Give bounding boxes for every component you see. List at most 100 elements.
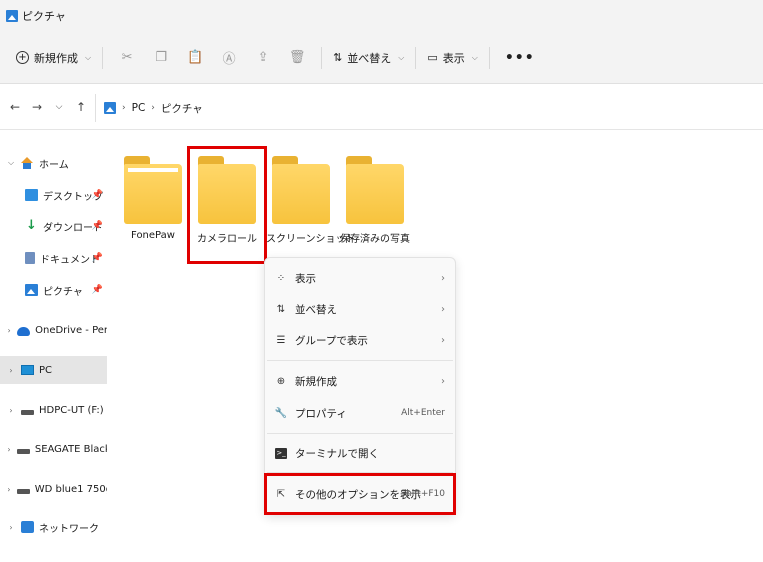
sidebar-item-wd-blue[interactable]: › WD blue1 750gb (P:) <box>0 475 107 503</box>
folder-item-screenshots[interactable]: スクリーンショット <box>266 150 356 245</box>
address-bar[interactable]: › PC › ピクチャ <box>95 94 763 122</box>
pictures-icon <box>6 10 18 22</box>
back-arrow-icon[interactable]: ← <box>6 95 24 119</box>
share-icon[interactable]: ⇪ <box>249 43 277 73</box>
chevron-down-icon: ⌵ <box>398 52 405 62</box>
drive-icon <box>21 409 34 415</box>
chevron-down-icon: ⌵ <box>85 52 92 62</box>
view-icon: ▭ <box>427 51 438 64</box>
cut-icon[interactable]: ✂ <box>113 43 141 73</box>
sidebar-item-label: SEAGATE Black 1tb ( <box>34 443 107 455</box>
breadcrumb-pictures[interactable]: ピクチャ <box>161 101 203 116</box>
recent-chevron-icon[interactable]: ⌵ <box>50 95 68 119</box>
new-button-label: 新規作成 <box>34 51 78 65</box>
menu-item-label: 並べ替え <box>295 303 337 316</box>
menu-item-view[interactable]: ⁘ 表示 › <box>265 264 455 292</box>
pin-icon[interactable]: 📌 <box>92 221 103 231</box>
more-options-button[interactable]: ••• <box>501 43 539 73</box>
sidebar-item-label: OneDrive - Personal <box>35 324 107 336</box>
sort-icon: ⇅ <box>333 51 343 64</box>
sidebar-item-seagate[interactable]: › SEAGATE Black 1tb ( <box>0 435 107 463</box>
folder-item-fonepaw[interactable]: FonePaw <box>118 150 188 241</box>
pin-icon[interactable]: 📌 <box>92 253 103 263</box>
folder-name: スクリーンショット <box>266 234 356 245</box>
chevron-right-icon: › <box>441 375 445 387</box>
pictures-icon <box>104 102 116 114</box>
toolbar-divider <box>102 46 104 69</box>
sidebar-item-pictures[interactable]: ピクチャ 📌 <box>0 276 107 304</box>
menu-item-group-by[interactable]: ☰ グループで表示 › <box>265 326 455 354</box>
sidebar-item-label: HDPC-UT (F:) <box>39 404 104 416</box>
group-list-icon: ☰ <box>276 334 286 346</box>
menu-item-label: 新規作成 <box>295 375 337 388</box>
network-icon <box>21 521 34 533</box>
drive-icon <box>16 448 30 454</box>
menu-item-open-terminal[interactable]: >_ ターミナルで開く <box>265 439 455 467</box>
terminal-icon: >_ <box>275 447 287 459</box>
rename-icon[interactable]: Ⓐ <box>215 43 243 73</box>
sort-button-label: 並べ替え <box>347 51 392 65</box>
sidebar-item-desktop[interactable]: デスクトップ 📌 <box>0 181 107 209</box>
folder-item-saved-pictures[interactable]: 保存済みの写真 <box>340 150 410 245</box>
chevron-right-icon[interactable]: › <box>4 445 14 454</box>
paste-icon[interactable]: 📋 <box>181 43 209 73</box>
pictures-icon <box>25 284 38 296</box>
sidebar-item-documents[interactable]: ドキュメント 📌 <box>0 244 107 272</box>
up-arrow-icon[interactable]: ↑ <box>72 95 90 119</box>
view-button[interactable]: ▭ 表示 ⌵ <box>423 43 481 73</box>
home-icon <box>21 157 34 169</box>
chevron-right-icon: › <box>151 103 155 113</box>
cloud-icon <box>17 326 31 336</box>
sidebar-item-downloads[interactable]: ↓ ダウンロード 📌 <box>0 212 107 240</box>
copy-icon[interactable]: ❐ <box>147 43 175 73</box>
chevron-down-icon[interactable]: ⌵ <box>4 158 18 168</box>
sidebar-item-pc[interactable]: › PC <box>0 356 107 384</box>
breadcrumb-pc[interactable]: PC <box>132 102 146 114</box>
chevron-right-icon[interactable]: › <box>4 485 14 494</box>
folder-icon <box>124 150 182 224</box>
title-bar: ピクチャ <box>0 0 763 32</box>
sidebar-item-onedrive[interactable]: › OneDrive - Personal <box>0 316 107 344</box>
pin-icon[interactable]: 📌 <box>92 190 103 200</box>
forward-arrow-icon[interactable]: → <box>28 95 46 119</box>
menu-divider <box>267 360 453 361</box>
chevron-right-icon[interactable]: › <box>4 326 14 335</box>
pin-icon[interactable]: 📌 <box>92 285 103 295</box>
window-title: ピクチャ <box>22 10 66 23</box>
desktop-icon <box>25 189 38 201</box>
menu-item-label: ターミナルで開く <box>295 447 379 460</box>
navigation-pane: ⌵ ホーム デスクトップ 📌 ↓ ダウンロード 📌 ドキュメント 📌 ピクチャ … <box>0 131 107 562</box>
chevron-right-icon[interactable]: › <box>4 523 18 532</box>
more-icon: ••• <box>504 49 535 66</box>
menu-item-sort[interactable]: ⇅ 並べ替え › <box>265 295 455 323</box>
sidebar-item-home[interactable]: ⌵ ホーム <box>0 149 107 177</box>
toolbar-divider <box>488 46 490 69</box>
chevron-right-icon[interactable]: › <box>4 366 18 375</box>
menu-item-new[interactable]: ⊕ 新規作成 › <box>265 367 455 395</box>
sort-icon: ⇅ <box>276 303 286 315</box>
menu-item-label: プロパティ <box>295 407 347 420</box>
sidebar-item-label: ピクチャ <box>43 286 83 298</box>
highlight-box-menu-item <box>264 473 456 515</box>
sidebar-item-label: WD blue1 750gb (P:) <box>34 483 107 495</box>
sort-button[interactable]: ⇅ 並べ替え ⌵ <box>329 43 408 73</box>
menu-item-properties[interactable]: 🔧 プロパティ Alt+Enter <box>265 399 455 427</box>
delete-icon[interactable]: 🗑 <box>283 43 311 73</box>
menu-item-label: 表示 <box>295 272 316 285</box>
toolbar-divider <box>415 46 417 69</box>
view-button-label: 表示 <box>442 51 465 65</box>
download-icon: ↓ <box>26 218 37 233</box>
sidebar-item-network[interactable]: › ネットワーク <box>0 513 107 541</box>
shortcut-label: Alt+Enter <box>401 408 445 418</box>
sidebar-item-label: ホーム <box>39 159 69 171</box>
plus-circle-icon: ⊕ <box>276 375 286 387</box>
sidebar-item-hdpc-ut[interactable]: › HDPC-UT (F:) <box>0 396 107 424</box>
drive-icon <box>16 488 30 494</box>
new-button[interactable]: + 新規作成 ⌵ <box>12 43 95 73</box>
menu-item-label: グループで表示 <box>295 334 368 347</box>
grid-view-icon: ⁘ <box>276 272 286 284</box>
chevron-right-icon: › <box>441 272 445 284</box>
chevron-right-icon: › <box>441 303 445 315</box>
chevron-right-icon[interactable]: › <box>4 406 18 415</box>
chevron-down-icon: ⌵ <box>471 52 478 62</box>
